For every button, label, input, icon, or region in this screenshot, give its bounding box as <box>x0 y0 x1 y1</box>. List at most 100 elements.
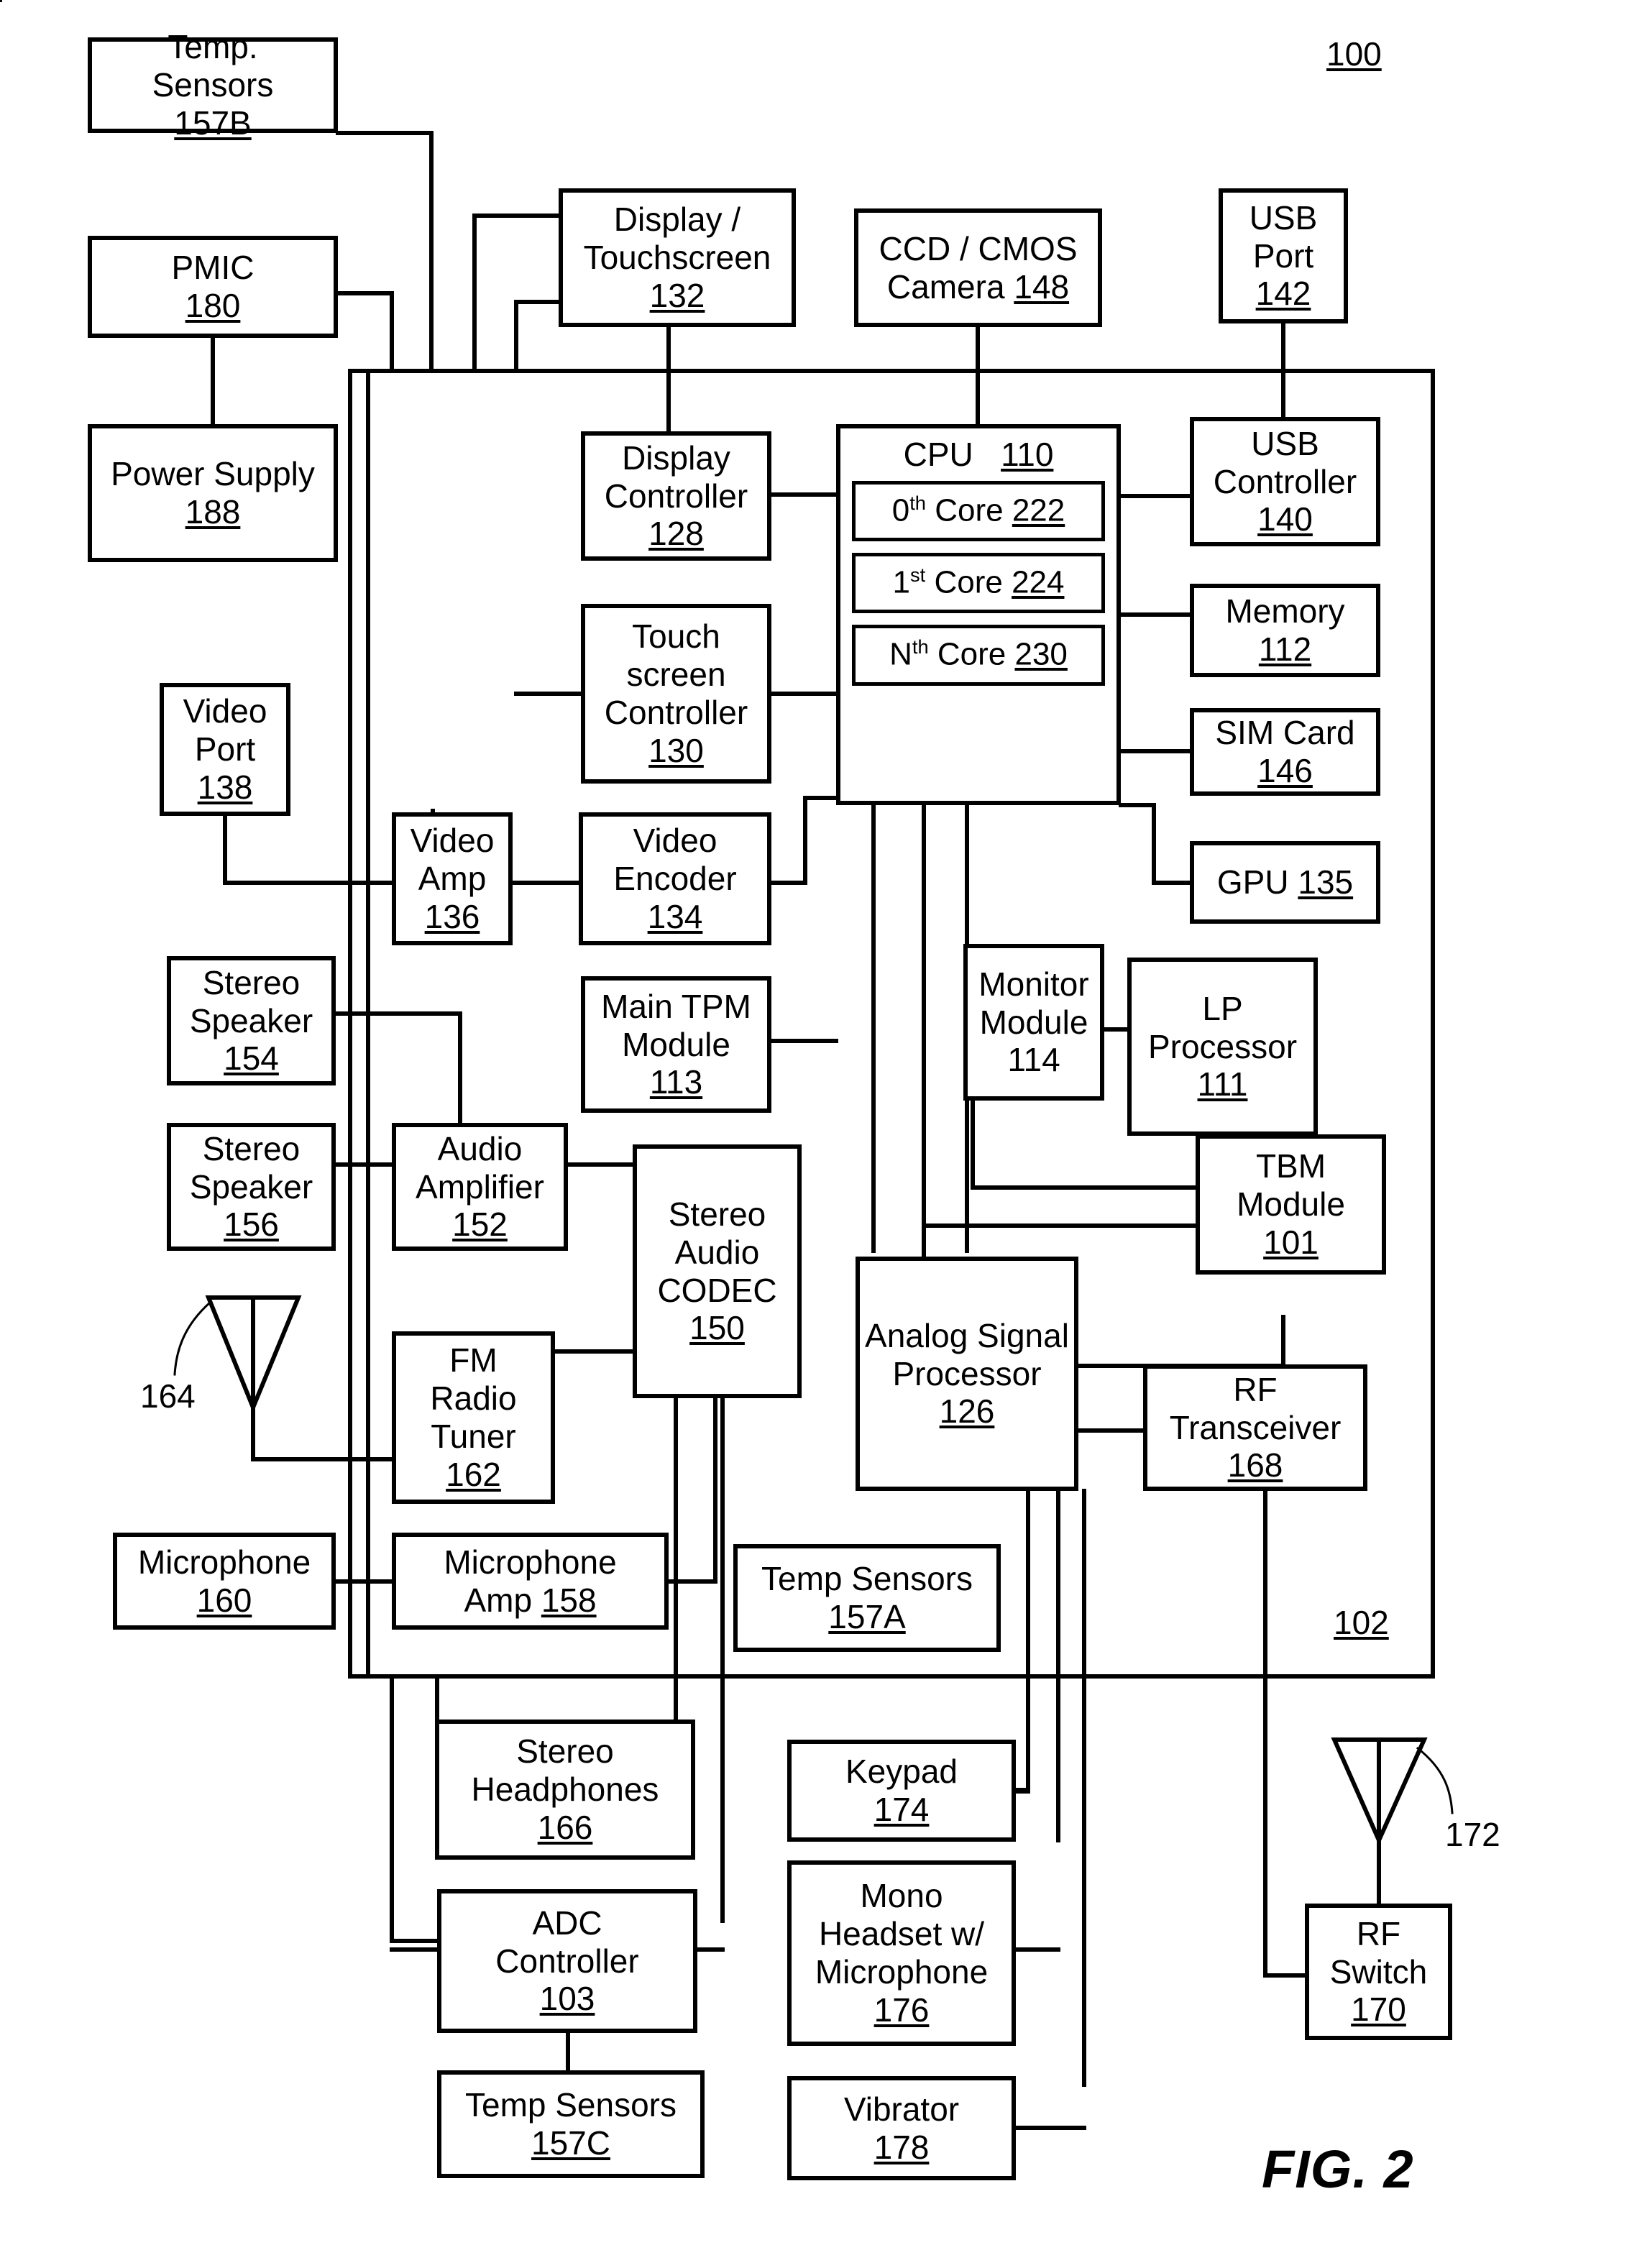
block-video-port-138[interactable]: Video Port 138 <box>160 683 290 816</box>
cpu-core-1[interactable]: 1st Core 224 <box>852 553 1105 614</box>
block-label-line: screen <box>626 656 726 694</box>
block-rf-switch-170[interactable]: RF Switch 170 <box>1305 1904 1452 2040</box>
block-label-line: Microphone <box>815 1953 989 1991</box>
amp-word: Amp <box>464 1581 533 1619</box>
block-cpu-110[interactable]: CPU 110 0th Core 222 1st Core 224 Nth Co… <box>836 424 1121 805</box>
block-pmic-180[interactable]: PMIC 180 <box>88 236 338 338</box>
block-label-line: Module <box>979 1003 1088 1041</box>
block-label-line: Controller <box>604 694 748 731</box>
block-analog-signal-processor-126[interactable]: Analog Signal Processor 126 <box>856 1257 1078 1491</box>
block-touch-screen-controller-130[interactable]: Touch screen Controller 130 <box>581 604 771 784</box>
block-label-line: Speaker <box>189 1001 313 1039</box>
block-label-line: Stereo <box>202 963 301 1001</box>
block-label-line: Headphones <box>471 1771 659 1809</box>
block-usb-port-142[interactable]: USB Port 142 <box>1219 188 1348 323</box>
block-ref: 157C <box>531 2124 610 2162</box>
block-label-line: Transceiver <box>1169 1408 1342 1446</box>
core-ordinal-suffix: st <box>910 564 926 587</box>
block-label-line: Touchscreen <box>583 239 771 277</box>
block-label-line: Display / <box>613 201 741 239</box>
block-adc-controller-103[interactable]: ADC Controller 103 <box>437 1889 697 2033</box>
block-label-line: Switch <box>1329 1952 1428 1991</box>
block-label-line: Audio <box>437 1129 523 1167</box>
block-ref: 188 <box>185 493 241 531</box>
fm-antenna-ref-164: 164 <box>140 1377 196 1415</box>
block-label-line: Stereo <box>668 1195 766 1233</box>
block-video-amp-136[interactable]: Video Amp 136 <box>392 812 513 945</box>
block-temp-sensors-157b[interactable]: Temp. Sensors 157B <box>88 28 338 142</box>
block-label-line: Audio <box>674 1233 760 1271</box>
block-label-line: USB <box>1251 424 1319 462</box>
core-ordinal-suffix: th <box>909 491 926 514</box>
camera-word: Camera <box>886 267 1005 306</box>
block-temp-sensors-157a[interactable]: Temp Sensors 157A <box>733 1544 1001 1652</box>
core-label: Core <box>934 564 1003 600</box>
block-label-line: Module <box>622 1025 730 1063</box>
block-audio-amplifier-152[interactable]: Audio Amplifier 152 <box>392 1123 568 1251</box>
block-ref: 156 <box>224 1206 279 1244</box>
block-rf-transceiver-168[interactable]: RF Transceiver 168 <box>1143 1364 1367 1491</box>
block-ref: 132 <box>649 276 705 314</box>
block-label-line: Temp Sensors <box>464 2086 677 2124</box>
block-stereo-headphones-166[interactable]: Stereo Headphones 166 <box>435 1720 695 1860</box>
block-ref: 140 <box>1257 500 1313 538</box>
block-ref: 135 <box>1298 863 1354 901</box>
block-stereo-audio-codec-150[interactable]: Stereo Audio CODEC 150 <box>633 1144 802 1398</box>
block-monitor-module-114[interactable]: Monitor Module 114 <box>963 944 1104 1101</box>
block-lp-processor-111[interactable]: LP Processor 111 <box>1127 958 1318 1136</box>
block-label-line: Video <box>183 692 267 730</box>
core-ordinal-suffix: th <box>912 635 929 658</box>
block-fm-radio-tuner-162[interactable]: FM Radio Tuner 162 <box>392 1331 555 1504</box>
block-temp-sensors-157c[interactable]: Temp Sensors 157C <box>437 2070 705 2178</box>
block-ref: 154 <box>224 1039 279 1078</box>
block-keypad-174[interactable]: Keypad 174 <box>787 1740 1016 1842</box>
block-gpu-135[interactable]: GPU 135 <box>1190 841 1380 924</box>
block-ref: 168 <box>1227 1446 1283 1484</box>
block-ref: 152 <box>452 1206 508 1244</box>
block-memory-112[interactable]: Memory 112 <box>1190 584 1380 677</box>
block-video-encoder-134[interactable]: Video Encoder 134 <box>579 812 771 945</box>
block-sim-card-146[interactable]: SIM Card 146 <box>1190 708 1380 796</box>
cpu-core-0[interactable]: 0th Core 222 <box>852 480 1105 542</box>
block-display-controller-128[interactable]: Display Controller 128 <box>581 431 771 561</box>
block-stereo-speaker-154[interactable]: Stereo Speaker 154 <box>167 956 336 1085</box>
block-ref: 157B <box>174 104 252 142</box>
core-label: Core <box>937 637 1006 673</box>
gpu-word: GPU <box>1216 863 1289 901</box>
block-label-line: Controller <box>495 1942 639 1980</box>
block-display-touchscreen-132[interactable]: Display / Touchscreen 132 <box>559 188 796 327</box>
block-label-line: LP <box>1202 989 1243 1027</box>
patent-figure-2: Temp. Sensors 157B PMIC 180 Power Supply… <box>0 0 1637 2268</box>
cpu-core-n[interactable]: Nth Core 230 <box>852 625 1105 686</box>
block-microphone-amp-158[interactable]: Microphone Amp 158 <box>392 1533 669 1630</box>
block-label-line: Amp <box>418 860 487 898</box>
block-ref: 142 <box>1255 275 1311 313</box>
block-label-line: Port <box>1252 237 1314 275</box>
block-main-tpm-module-113[interactable]: Main TPM Module 113 <box>581 976 771 1113</box>
block-ref: 148 <box>1014 267 1070 306</box>
block-mono-headset-microphone-176[interactable]: Mono Headset w/ Microphone 176 <box>787 1860 1016 2046</box>
block-ref: 128 <box>648 515 704 553</box>
block-usb-controller-140[interactable]: USB Controller 140 <box>1190 417 1380 546</box>
block-label-line: Main TPM <box>601 987 751 1025</box>
block-label-inline: GPU 135 <box>1217 863 1353 901</box>
block-ref: 180 <box>185 287 241 324</box>
system-ref-100: 100 <box>1326 35 1382 73</box>
block-stereo-speaker-156[interactable]: Stereo Speaker 156 <box>167 1123 336 1251</box>
block-label-line: Processor <box>1147 1027 1298 1065</box>
block-label-line: Video <box>633 822 717 860</box>
block-label-line: Encoder <box>613 860 737 898</box>
block-microphone-160[interactable]: Microphone 160 <box>113 1533 336 1630</box>
block-tbm-module-101[interactable]: TBM Module 101 <box>1196 1134 1386 1275</box>
block-power-supply-188[interactable]: Power Supply 188 <box>88 424 338 562</box>
block-label-line: Microphone <box>444 1543 617 1581</box>
block-label-line: Stereo <box>516 1732 614 1771</box>
block-label-inline: Camera 148 <box>887 268 1069 306</box>
block-ref: 130 <box>648 731 704 769</box>
cpu-title-text: CPU <box>903 436 973 473</box>
block-ccd-cmos-camera-148[interactable]: CCD / CMOS Camera 148 <box>854 208 1102 327</box>
core-ref: 230 <box>1014 637 1068 673</box>
block-label-line: Processor <box>892 1354 1042 1392</box>
block-label-line: Controller <box>1213 462 1357 500</box>
block-vibrator-178[interactable]: Vibrator 178 <box>787 2076 1016 2180</box>
